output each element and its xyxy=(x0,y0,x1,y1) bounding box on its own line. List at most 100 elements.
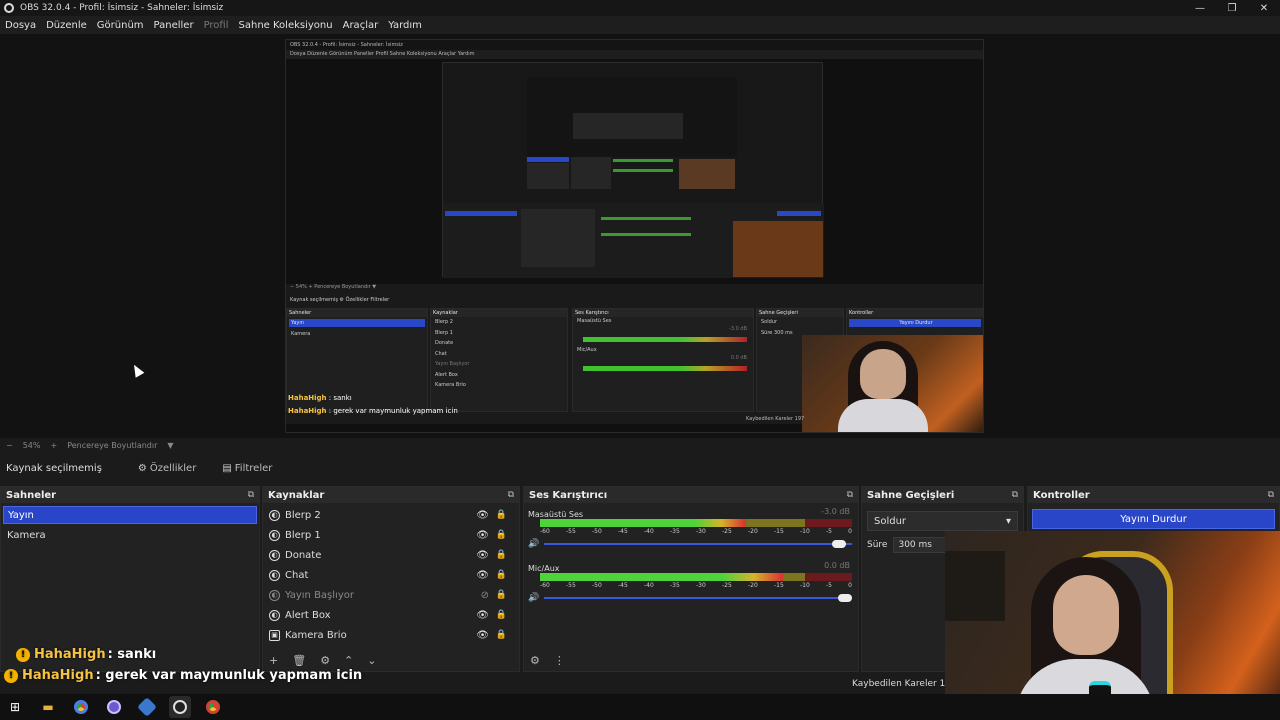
controls-dock-title: Kontroller xyxy=(1033,489,1090,501)
visibility-eye-icon[interactable]: 👁 xyxy=(476,630,489,641)
undock-icon[interactable]: ⧉ xyxy=(1268,490,1274,500)
chat-nick: HahaHigh xyxy=(34,647,106,662)
browser-source-icon: ◐ xyxy=(269,529,280,541)
controls-dock-header: Kontroller ⧉ xyxy=(1028,487,1279,503)
chrome-icon[interactable] xyxy=(70,696,92,718)
lock-icon[interactable]: 🔒 xyxy=(496,550,507,560)
meter-tick-label: 0 xyxy=(848,582,852,589)
nested-source-item: Blerp 2 xyxy=(435,319,453,325)
source-item[interactable]: ◐ Chat 👁 🔒 xyxy=(263,565,519,585)
app-icon[interactable] xyxy=(136,696,158,718)
nested-toolbar: Kaynak seçilmemiş ⚙ Özellikler Filtreler xyxy=(290,297,390,303)
nested-title: OBS 32.0.4 - Profil: İsimsiz - Sahneler:… xyxy=(286,40,983,50)
start-windows-icon[interactable]: ⊞ xyxy=(4,696,26,718)
move-down-button[interactable]: ⌄ xyxy=(367,654,376,667)
source-item[interactable]: ◐ Alert Box 👁 🔒 xyxy=(263,605,519,625)
source-item[interactable]: ◐ Yayın Başlıyor ⊘ 🔒 xyxy=(263,585,519,605)
stop-streaming-button[interactable]: Yayını Durdur xyxy=(1032,509,1275,529)
source-item[interactable]: ◐ Donate 👁 🔒 xyxy=(263,545,519,565)
minimize-button[interactable]: — xyxy=(1184,0,1216,16)
visibility-eye-icon[interactable]: 👁 xyxy=(476,610,489,621)
source-item[interactable]: ▣ Kamera Brio 👁 🔒 xyxy=(263,625,519,645)
undock-icon[interactable]: ⧉ xyxy=(1012,490,1018,500)
lock-icon[interactable]: 🔒 xyxy=(496,530,507,540)
source-name: Blerp 1 xyxy=(285,529,321,541)
mixer-channel: Mic/Aux 0.0 dB -60 -55 -50 -45 -40 -35 -30 -25-… xyxy=(524,557,858,611)
menu-profile[interactable]: Profil xyxy=(204,20,229,31)
scene-item-yayin[interactable]: Yayın xyxy=(3,506,257,524)
lock-icon[interactable]: 🔒 xyxy=(496,570,507,580)
source-name: Kamera Brio xyxy=(285,629,347,641)
menu-help[interactable]: Yardım xyxy=(388,20,422,31)
chevron-down-icon: ▾ xyxy=(1005,515,1011,527)
duration-input[interactable]: 300 ms xyxy=(893,537,948,553)
lock-icon[interactable]: 🔒 xyxy=(496,510,507,520)
lock-icon[interactable]: 🔒 xyxy=(496,630,507,640)
sources-dock-title: Kaynaklar xyxy=(268,489,325,501)
transitions-dock-header: Sahne Geçişleri ⧉ xyxy=(862,487,1023,503)
nested-scene-selected: Yayın xyxy=(289,319,425,327)
zoom-in-button[interactable]: + xyxy=(50,441,57,450)
menu-scene-collection[interactable]: Sahne Koleksiyonu xyxy=(239,20,333,31)
filter-icon: ▤ xyxy=(222,462,232,474)
volume-slider-knob[interactable] xyxy=(831,540,846,548)
gear-icon: ⚙ xyxy=(137,462,147,474)
nested-status: − 54% + Pencereye Boyutlandır ▼ xyxy=(290,284,377,290)
visibility-eye-icon[interactable]: 👁 xyxy=(476,570,489,581)
nested-mixer-db2: 0.0 dB xyxy=(730,355,747,361)
visibility-hidden-icon[interactable]: ⊘ xyxy=(481,590,489,601)
source-toolbar: Kaynak seçilmemiş ⚙ Özellikler ▤ Filtreler xyxy=(0,457,1280,479)
source-item[interactable]: ◐ Blerp 2 👁 🔒 xyxy=(263,505,519,525)
preview-canvas[interactable]: OBS 32.0.4 - Profil: İsimsiz - Sahneler:… xyxy=(0,34,1280,438)
menu-edit[interactable]: Düzenle xyxy=(46,20,87,31)
visibility-eye-icon[interactable]: 👁 xyxy=(476,550,489,561)
volume-slider[interactable] xyxy=(544,594,852,602)
menu-docks[interactable]: Paneller xyxy=(154,20,194,31)
scene-item-kamera[interactable]: Kamera xyxy=(3,527,257,545)
undock-icon[interactable]: ⧉ xyxy=(508,490,514,500)
meter-tick-label: -5 xyxy=(826,528,832,535)
meter-tick-label: -55 xyxy=(566,582,576,589)
properties-button[interactable]: ⚙ Özellikler xyxy=(132,460,202,477)
scale-mode-dropdown-icon[interactable]: ▼ xyxy=(167,441,173,450)
meter-tick-label: -20 xyxy=(748,528,758,535)
mixer-menu-icon[interactable]: ⋮ xyxy=(554,654,565,667)
meter-tick-label: -45 xyxy=(618,582,628,589)
sources-dock-header: Kaynaklar ⧉ xyxy=(263,487,519,503)
app-icon[interactable] xyxy=(103,696,125,718)
meter-tick-label: -45 xyxy=(618,528,628,535)
zoom-out-button[interactable]: − xyxy=(6,441,13,450)
visibility-eye-icon[interactable]: 👁 xyxy=(476,510,489,521)
volume-slider-knob[interactable] xyxy=(838,594,852,602)
meter-tick-label: -50 xyxy=(592,582,602,589)
file-explorer-icon[interactable]: ▬ xyxy=(37,696,59,718)
meter-tick-label: -15 xyxy=(774,582,784,589)
undock-icon[interactable]: ⧉ xyxy=(847,490,853,500)
close-button[interactable]: ✕ xyxy=(1248,0,1280,16)
scale-mode-label[interactable]: Pencereye Boyutlandır xyxy=(67,441,157,450)
source-name: Yayın Başlıyor xyxy=(285,589,354,601)
speaker-icon[interactable]: 🔊 xyxy=(528,539,540,549)
window-title: OBS 32.0.4 - Profil: İsimsiz - Sahneler:… xyxy=(20,3,224,13)
nested-chat-msg: : sankı xyxy=(328,394,352,402)
restore-button[interactable]: ❐ xyxy=(1216,0,1248,16)
lock-icon[interactable]: 🔒 xyxy=(496,590,507,600)
menu-tools[interactable]: Araçlar xyxy=(343,20,379,31)
obs-taskbar-icon[interactable] xyxy=(169,696,191,718)
source-item[interactable]: ◐ Blerp 1 👁 🔒 xyxy=(263,525,519,545)
volume-slider[interactable] xyxy=(544,540,852,548)
undock-icon[interactable]: ⧉ xyxy=(248,490,254,500)
windows-taskbar: ⊞ ▬ xyxy=(0,694,1280,720)
level-meter-fill xyxy=(540,519,746,527)
nested-source-item: Alert Box xyxy=(435,371,458,378)
visibility-eye-icon[interactable]: 👁 xyxy=(476,530,489,541)
filters-button[interactable]: ▤ Filtreler xyxy=(216,460,278,477)
menu-view[interactable]: Görünüm xyxy=(97,20,144,31)
chat-nick: HahaHigh xyxy=(22,668,94,683)
speaker-icon[interactable]: 🔊 xyxy=(528,593,540,603)
lock-icon[interactable]: 🔒 xyxy=(496,610,507,620)
advanced-audio-icon[interactable]: ⚙ xyxy=(530,654,540,667)
menu-file[interactable]: Dosya xyxy=(5,20,36,31)
transition-select[interactable]: Soldur ▾ xyxy=(867,511,1018,531)
chrome-icon[interactable] xyxy=(202,696,224,718)
